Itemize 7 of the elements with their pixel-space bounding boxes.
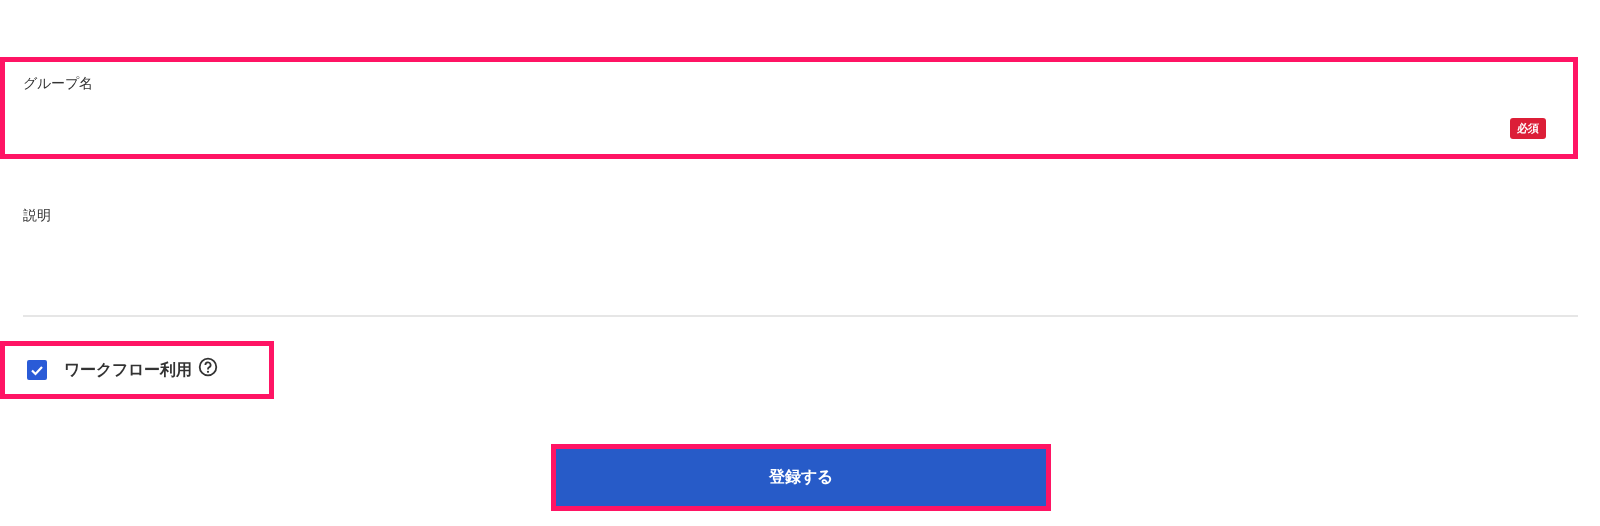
checkbox[interactable]: [27, 360, 47, 380]
field-label: グループ名: [23, 75, 93, 93]
checkbox-label: ワークフロー利用: [64, 359, 192, 381]
required-badge: 必須: [1510, 118, 1546, 139]
submit-button[interactable]: 登録する: [556, 449, 1046, 506]
field-label: 説明: [23, 207, 51, 225]
help-icon[interactable]: [198, 357, 218, 377]
